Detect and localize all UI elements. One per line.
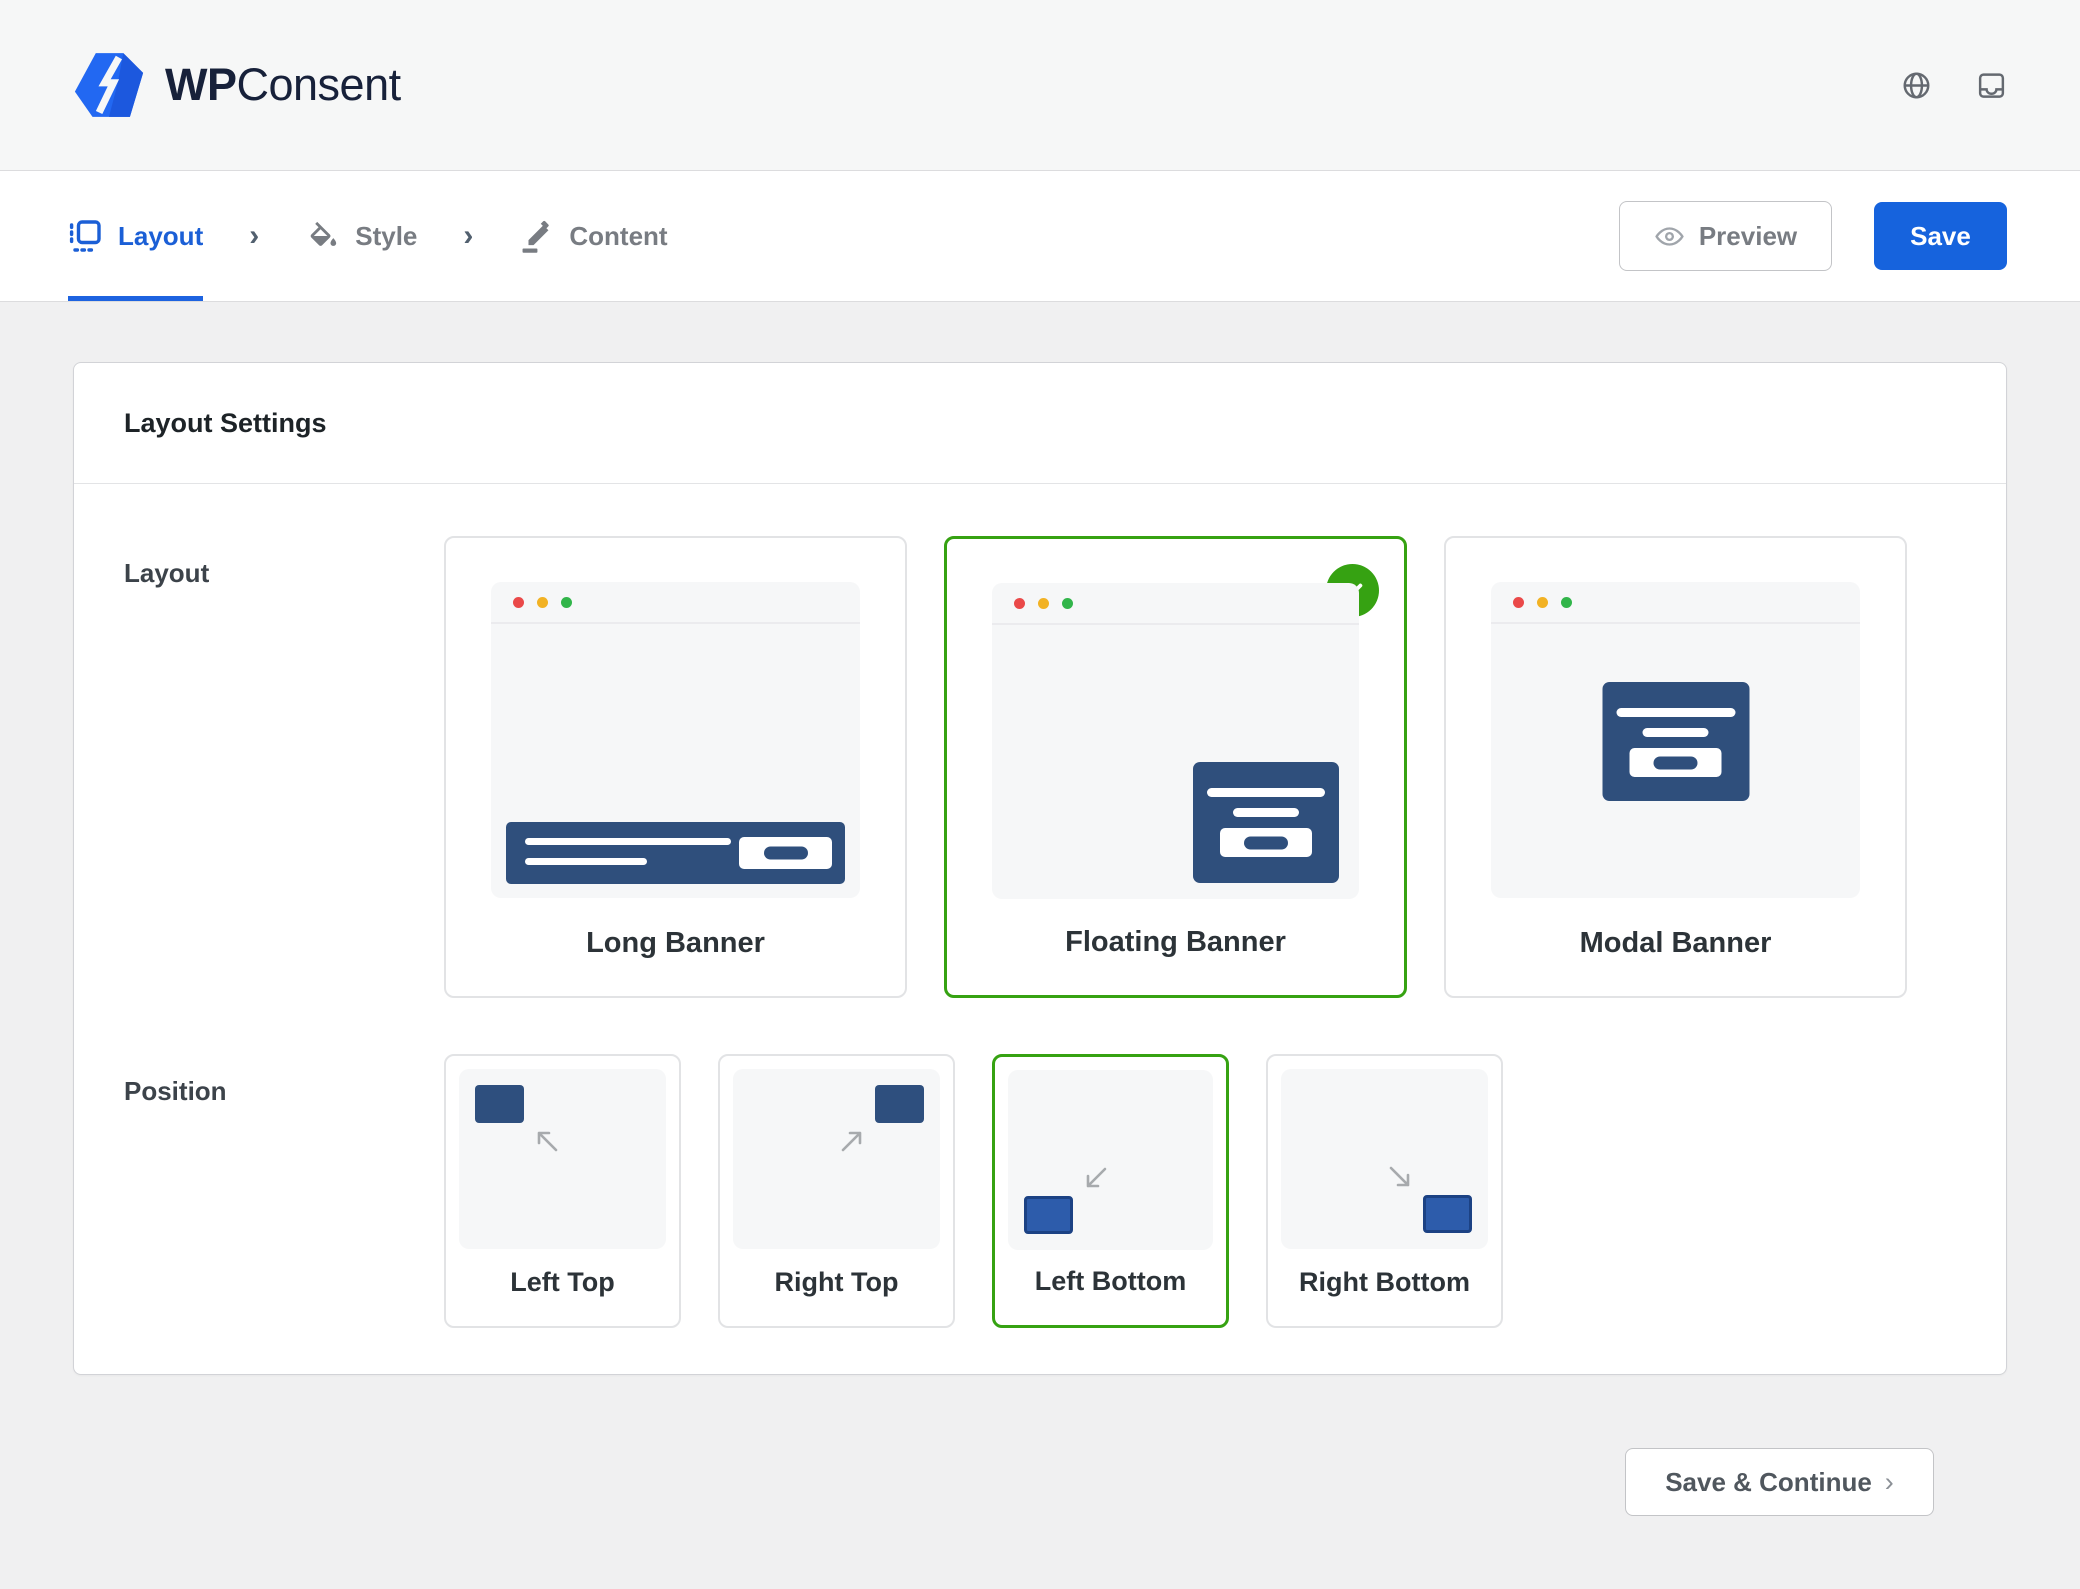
position-mockup bbox=[1281, 1069, 1488, 1249]
save-and-continue-button[interactable]: Save & Continue › bbox=[1625, 1448, 1934, 1516]
wpconsent-logo-icon bbox=[73, 52, 145, 118]
browser-mockup bbox=[992, 583, 1359, 899]
mock-text-line bbox=[1233, 808, 1299, 817]
mock-accept-button bbox=[1220, 828, 1312, 857]
traffic-dot-yellow-icon bbox=[537, 597, 548, 608]
tab-style[interactable]: Style bbox=[305, 171, 417, 301]
tab-content-label: Content bbox=[569, 221, 667, 252]
browser-topbar bbox=[1491, 582, 1860, 624]
floating-banner-graphic bbox=[1193, 762, 1339, 883]
position-mockup bbox=[1008, 1070, 1213, 1250]
tab-content[interactable]: Content bbox=[519, 171, 667, 301]
layout-option-label: Floating Banner bbox=[947, 926, 1404, 959]
arrow-down-left-icon bbox=[1080, 1164, 1110, 1194]
app-header: WPConsent bbox=[0, 0, 2080, 171]
main-content: Layout Settings Layout bbox=[0, 302, 2080, 1516]
save-and-continue-label: Save & Continue bbox=[1665, 1467, 1872, 1498]
browser-mockup bbox=[1491, 582, 1860, 898]
layout-icon bbox=[68, 219, 102, 253]
position-option-label: Right Bottom bbox=[1268, 1267, 1501, 1298]
position-option-right-bottom[interactable]: Right Bottom bbox=[1266, 1054, 1503, 1328]
arrow-down-right-icon bbox=[1386, 1163, 1416, 1193]
tab-layout[interactable]: Layout bbox=[68, 171, 203, 301]
paint-bucket-icon bbox=[305, 219, 339, 253]
long-banner-graphic bbox=[506, 822, 845, 884]
position-row-label: Position bbox=[124, 1054, 444, 1328]
layout-options: Long Banner bbox=[444, 536, 1907, 998]
wpconsent-settings-page: WPConsent Layout › bbox=[0, 0, 2080, 1516]
mock-button-label-bar bbox=[764, 847, 808, 860]
panel-body: Layout bbox=[74, 484, 2006, 1374]
wpconsent-logo-text: WPConsent bbox=[165, 59, 401, 111]
layout-settings-panel: Layout Settings Layout bbox=[73, 362, 2007, 1375]
tab-style-label: Style bbox=[355, 221, 417, 252]
browser-topbar bbox=[992, 583, 1359, 625]
position-row: Position Left Top bbox=[124, 1054, 1956, 1328]
layout-row: Layout bbox=[124, 536, 1956, 998]
mock-text-line bbox=[1207, 788, 1325, 797]
layout-option-label: Modal Banner bbox=[1446, 927, 1905, 960]
position-option-label: Left Top bbox=[446, 1267, 679, 1298]
arrow-up-left-icon bbox=[531, 1125, 561, 1155]
traffic-dot-yellow-icon bbox=[1038, 598, 1049, 609]
mock-text-line bbox=[525, 838, 731, 845]
footer-bar: Save & Continue › bbox=[73, 1375, 2007, 1516]
arrow-up-right-icon bbox=[838, 1125, 868, 1155]
mock-button-label-bar bbox=[1654, 756, 1698, 769]
mock-accept-button bbox=[1630, 748, 1722, 777]
position-option-label: Left Bottom bbox=[995, 1266, 1226, 1297]
chevron-right-icon: › bbox=[1885, 1467, 1894, 1498]
logo-text-bold: WP bbox=[165, 59, 237, 110]
layout-row-label: Layout bbox=[124, 536, 444, 998]
banner-position-rect bbox=[875, 1085, 924, 1123]
traffic-dot-red-icon bbox=[1513, 597, 1524, 608]
nav-separator-chevron: › bbox=[249, 171, 259, 301]
layout-option-modal-banner[interactable]: Modal Banner bbox=[1444, 536, 1907, 998]
preview-button[interactable]: Preview bbox=[1619, 201, 1832, 271]
logo-text-rest: Consent bbox=[237, 59, 401, 110]
position-option-left-bottom[interactable]: Left Bottom bbox=[992, 1054, 1229, 1328]
mock-text-line bbox=[1616, 708, 1735, 717]
traffic-dot-green-icon bbox=[561, 597, 572, 608]
layout-option-long-banner[interactable]: Long Banner bbox=[444, 536, 907, 998]
layout-option-label: Long Banner bbox=[446, 927, 905, 960]
banner-position-rect bbox=[1024, 1196, 1073, 1234]
preview-button-label: Preview bbox=[1699, 221, 1797, 252]
mock-text-line bbox=[525, 858, 647, 865]
position-option-label: Right Top bbox=[720, 1267, 953, 1298]
traffic-dot-red-icon bbox=[513, 597, 524, 608]
traffic-dot-green-icon bbox=[1062, 598, 1073, 609]
pencil-icon bbox=[519, 219, 553, 253]
modal-banner-graphic bbox=[1602, 682, 1749, 801]
nav-separator-chevron: › bbox=[463, 171, 473, 301]
panel-title: Layout Settings bbox=[124, 408, 327, 439]
traffic-dot-green-icon bbox=[1561, 597, 1572, 608]
traffic-dot-red-icon bbox=[1014, 598, 1025, 609]
position-mockup bbox=[733, 1069, 940, 1249]
position-options: Left Top Right Top bbox=[444, 1054, 1503, 1328]
nav-actions: Preview Save bbox=[1619, 171, 2007, 301]
inbox-icon[interactable] bbox=[1976, 70, 2007, 101]
panel-header: Layout Settings bbox=[74, 363, 2006, 484]
position-mockup bbox=[459, 1069, 666, 1249]
eye-icon bbox=[1654, 221, 1685, 252]
save-button[interactable]: Save bbox=[1874, 202, 2007, 270]
traffic-dot-yellow-icon bbox=[1537, 597, 1548, 608]
banner-position-rect bbox=[475, 1085, 524, 1123]
settings-nav: Layout › Style › Content Preview bbox=[0, 171, 2080, 302]
banner-position-rect bbox=[1423, 1195, 1472, 1233]
tab-layout-label: Layout bbox=[118, 221, 203, 252]
browser-topbar bbox=[491, 582, 860, 624]
mock-text-line bbox=[1643, 728, 1709, 737]
position-option-right-top[interactable]: Right Top bbox=[718, 1054, 955, 1328]
wpconsent-logo: WPConsent bbox=[73, 52, 401, 118]
header-icons bbox=[1901, 70, 2007, 101]
mock-button-label-bar bbox=[1244, 836, 1288, 849]
position-option-left-top[interactable]: Left Top bbox=[444, 1054, 681, 1328]
browser-mockup bbox=[491, 582, 860, 898]
globe-icon[interactable] bbox=[1901, 70, 1932, 101]
layout-option-floating-banner[interactable]: Floating Banner bbox=[944, 536, 1407, 998]
mock-accept-button bbox=[739, 837, 832, 869]
